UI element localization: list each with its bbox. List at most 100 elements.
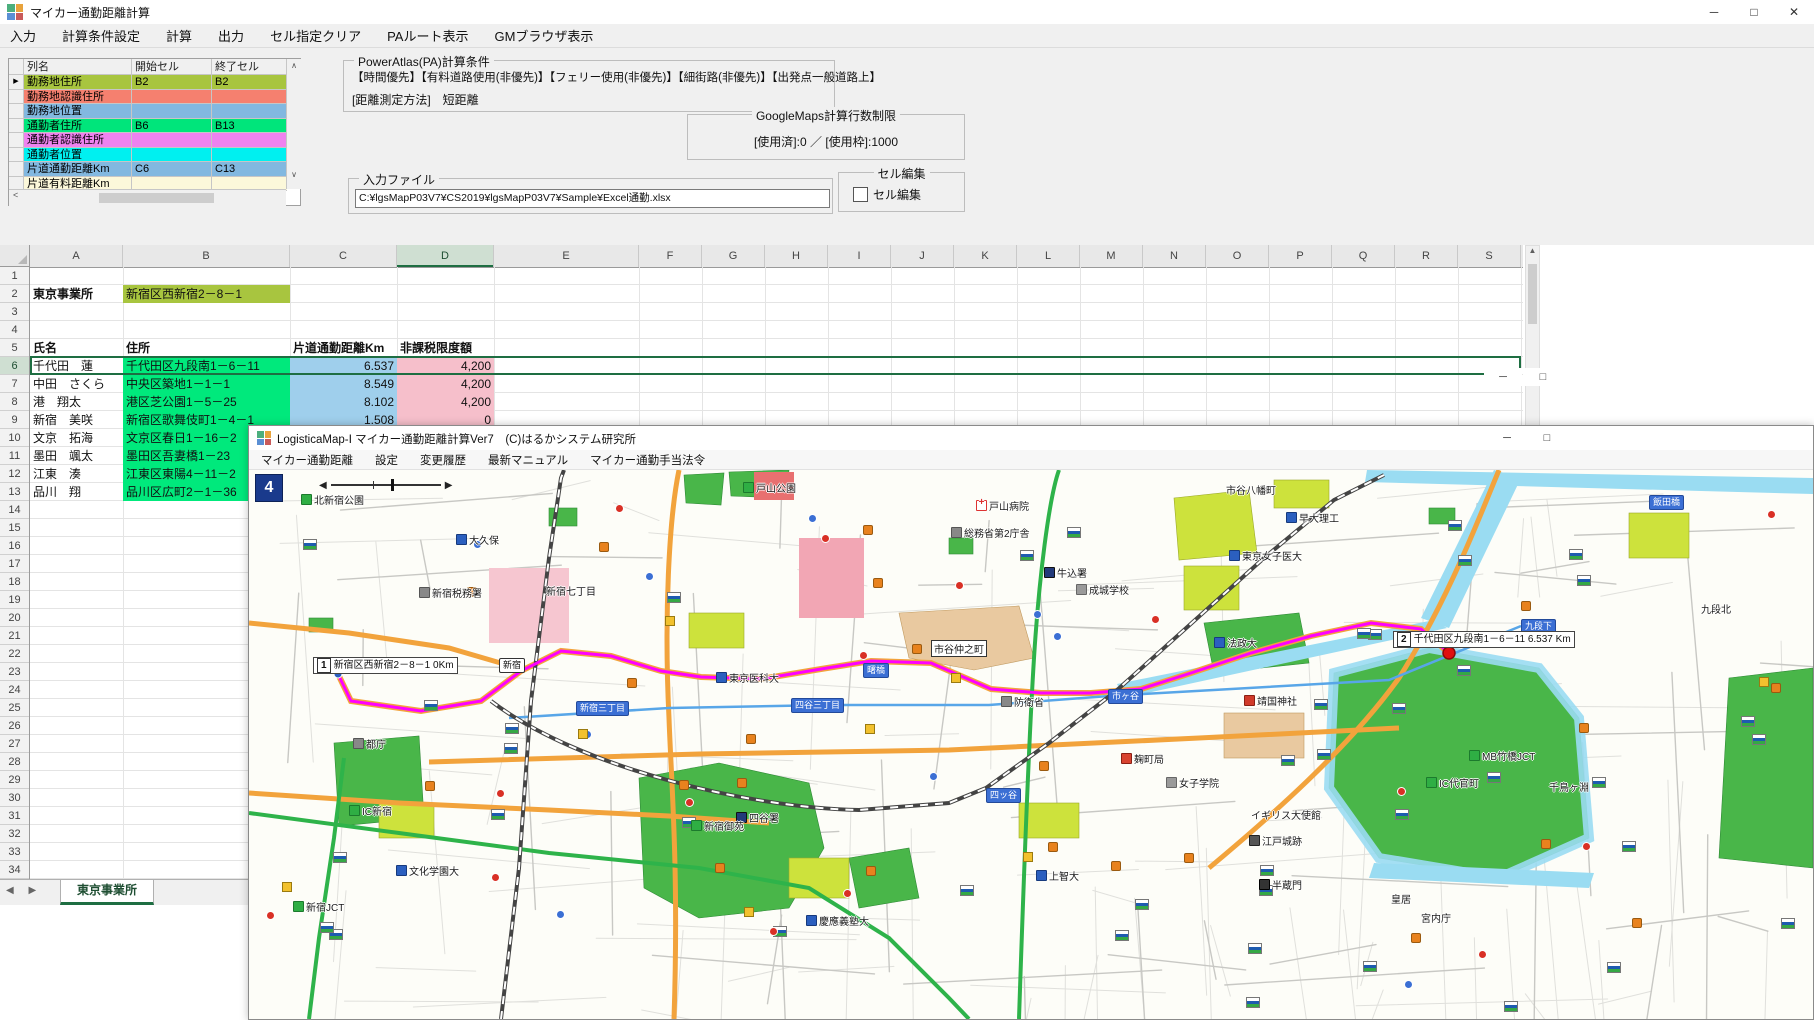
cellgrid-cell-end[interactable] (212, 104, 287, 119)
cell-employee-name[interactable]: 文京 拓海 (30, 429, 123, 447)
sheet-row-header-7[interactable]: 7 (0, 375, 29, 393)
cellgrid-row-selector[interactable] (9, 133, 24, 148)
cellgrid-cell-end[interactable] (212, 148, 287, 163)
sheet-row-header-5[interactable]: 5 (0, 339, 29, 357)
sheet-row-header-14[interactable]: 14 (0, 501, 29, 519)
sheet-row-header-16[interactable]: 16 (0, 537, 29, 555)
cell-employee-address[interactable]: 千代田区九段南1－6－11 (123, 357, 290, 375)
scroll-up-icon[interactable]: ∧ (287, 61, 301, 70)
cellgrid-vertical-scrollbar[interactable]: ∧∨ (286, 59, 301, 189)
zoom-out-arrow-icon[interactable]: ◀ (319, 480, 327, 491)
sheet-row-header-8[interactable]: 8 (0, 393, 29, 411)
cellgrid-cell-end[interactable]: B2 (212, 75, 287, 90)
sheet-row-header-21[interactable]: 21 (0, 627, 29, 645)
cellgrid-cell-start[interactable]: B6 (132, 119, 212, 134)
cellgrid-row-selector[interactable]: ▶ (9, 75, 24, 90)
sheet-row-header-26[interactable]: 26 (0, 717, 29, 735)
cellgrid-cell-start[interactable] (132, 148, 212, 163)
sheet-row-header-10[interactable]: 10 (0, 429, 29, 447)
map-menu-item-1[interactable]: 設定 (375, 452, 398, 468)
cellgrid-cell-name[interactable]: 通勤者位置 (24, 148, 132, 163)
sheet-col-header-Q[interactable]: Q (1332, 245, 1395, 267)
cell-header-name[interactable]: 氏名 (30, 339, 123, 357)
map-menu-item-4[interactable]: マイカー通勤手当法令 (590, 452, 705, 468)
map-menu-item-3[interactable]: 最新マニュアル (488, 452, 568, 468)
input-file-field[interactable]: C:¥lgsMapP03V7¥CS2019¥lgsMapP03V7¥Sample… (355, 189, 830, 208)
checkbox-icon[interactable] (853, 187, 868, 202)
main-menu-item-3[interactable]: 出力 (218, 26, 244, 45)
zoom-in-arrow-icon[interactable]: ▶ (445, 480, 453, 491)
main-menu-item-2[interactable]: 計算 (166, 26, 192, 45)
scroll-down-icon[interactable]: ∨ (287, 170, 301, 179)
zoom-slider-track[interactable] (331, 484, 441, 486)
sheet-row-header-3[interactable]: 3 (0, 303, 29, 321)
sheet-row-header-11[interactable]: 11 (0, 447, 29, 465)
sheet-col-header-A[interactable]: A (30, 245, 123, 267)
sheet-row-header-19[interactable]: 19 (0, 591, 29, 609)
sheet-col-header-O[interactable]: O (1206, 245, 1269, 267)
cell-employee-name[interactable]: 新宿 美咲 (30, 411, 123, 429)
cellgrid-cell-name[interactable]: 片道通勤距離Km (24, 162, 132, 177)
sheet-tab[interactable]: 東京事業所 (60, 880, 154, 905)
zoom-slider-handle[interactable] (391, 479, 394, 491)
main-menu-item-0[interactable]: 入力 (10, 26, 36, 45)
cell-range-grid[interactable]: 列名開始セル終了セル▶勤務地住所B2B2勤務地認識住所勤務地位置通勤者住所B6B… (8, 58, 301, 206)
sheet-row-header-29[interactable]: 29 (0, 771, 29, 789)
sheet-col-header-H[interactable]: H (765, 245, 828, 267)
sheet-row-header-2[interactable]: 2 (0, 285, 29, 303)
sheet-row-header-4[interactable]: 4 (0, 321, 29, 339)
sheet-col-header-E[interactable]: E (494, 245, 639, 267)
sheet-col-header-S[interactable]: S (1458, 245, 1521, 267)
cellgrid-row-selector[interactable] (9, 104, 24, 119)
cell-distance[interactable]: 8.102 (290, 393, 397, 411)
main-menu-item-6[interactable]: GMブラウザ表示 (494, 26, 593, 45)
sheet-col-header-N[interactable]: N (1143, 245, 1206, 267)
cell-employee-name[interactable]: 千代田 蓮 (30, 357, 123, 375)
map-view[interactable]: 4 ◀ ▶ 北新宿公園戸山公園戸山病院市谷八幡町早大理工総務省第2庁舎大久保東京… (249, 470, 1813, 1019)
sheet-col-header-R[interactable]: R (1395, 245, 1458, 267)
cellgrid-row[interactable]: ▶勤務地住所B2B2 (9, 75, 300, 90)
sheet-row-header-15[interactable]: 15 (0, 519, 29, 537)
cellgrid-hscroll-thumb[interactable] (99, 193, 214, 203)
background-maximize-button[interactable]: □ (1524, 368, 1562, 386)
cellgrid-cell-name[interactable]: 勤務地住所 (24, 75, 132, 90)
background-minimize-button[interactable]: ─ (1484, 368, 1522, 386)
sheet-select-all-corner[interactable] (0, 245, 30, 267)
sheet-row-header-32[interactable]: 32 (0, 825, 29, 843)
sheet-row-header-20[interactable]: 20 (0, 609, 29, 627)
main-menu-item-4[interactable]: セル指定クリア (270, 26, 361, 45)
cellgrid-row-selector[interactable] (9, 148, 24, 163)
cell-allowance[interactable]: 4,200 (397, 357, 494, 375)
cell-employee-name[interactable]: 江東 湊 (30, 465, 123, 483)
sheet-row-headers[interactable]: 1234567891011121314151617181920212223242… (0, 267, 30, 879)
sheet-row-header-24[interactable]: 24 (0, 681, 29, 699)
cellgrid-cell-end[interactable]: C13 (212, 162, 287, 177)
sheet-col-header-M[interactable]: M (1080, 245, 1143, 267)
map-menu-item-2[interactable]: 変更履歴 (420, 452, 466, 468)
cell-distance[interactable]: 6.537 (290, 357, 397, 375)
cellgrid-cell-start[interactable] (132, 133, 212, 148)
sheet-col-header-L[interactable]: L (1017, 245, 1080, 267)
cell-allowance[interactable]: 4,200 (397, 375, 494, 393)
sheet-row-header-27[interactable]: 27 (0, 735, 29, 753)
cellgrid-row[interactable]: 通勤者位置 (9, 148, 300, 163)
sheet-row-header-18[interactable]: 18 (0, 573, 29, 591)
main-menu-item-1[interactable]: 計算条件設定 (62, 26, 140, 45)
sheet-row-header-23[interactable]: 23 (0, 663, 29, 681)
main-close-button[interactable]: ✕ (1774, 0, 1814, 24)
cellgrid-cell-end[interactable] (212, 133, 287, 148)
main-menu-item-5[interactable]: PAルート表示 (387, 26, 468, 45)
sheet-row-header-1[interactable]: 1 (0, 267, 29, 285)
cellgrid-cell-start[interactable] (132, 104, 212, 119)
sheet-row-header-22[interactable]: 22 (0, 645, 29, 663)
map-menu-item-0[interactable]: マイカー通勤距離 (261, 452, 353, 468)
cellgrid-cell-start[interactable]: C6 (132, 162, 212, 177)
cellgrid-horizontal-scrollbar[interactable]: < (9, 189, 286, 206)
cellgrid-cell-end[interactable]: B13 (212, 119, 287, 134)
cell-employee-name[interactable]: 中田 さくら (30, 375, 123, 393)
sheet-row-header-9[interactable]: 9 (0, 411, 29, 429)
sheet-col-header-K[interactable]: K (954, 245, 1017, 267)
map-maximize-button[interactable]: □ (1529, 428, 1565, 448)
map-zoom-slider[interactable]: ◀ ▶ (319, 476, 479, 494)
sheet-col-header-I[interactable]: I (828, 245, 891, 267)
